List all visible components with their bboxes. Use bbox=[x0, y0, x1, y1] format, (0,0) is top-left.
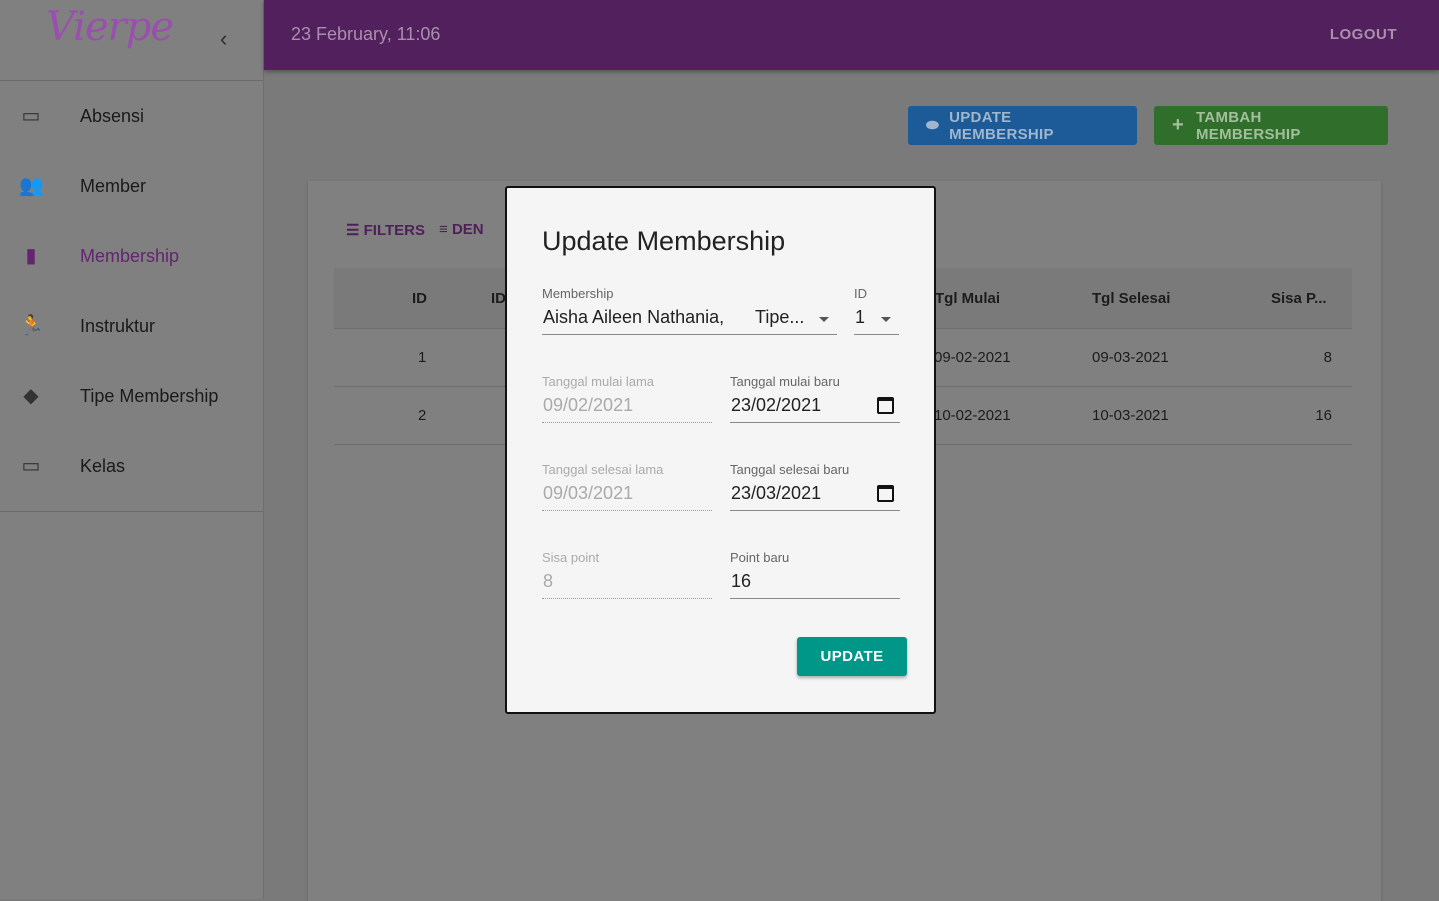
point-old-field: Sisa point 8 bbox=[542, 550, 712, 599]
filters-label: FILTERS bbox=[363, 222, 426, 239]
end-new-input[interactable]: 23/03/2021 bbox=[730, 483, 900, 511]
start-new-value: 23/02/2021 bbox=[731, 395, 822, 415]
update-membership-dialog: Update Membership Membership Aisha Ailee… bbox=[505, 186, 936, 714]
field-label: Membership bbox=[542, 286, 614, 301]
start-new-field[interactable]: Tanggal mulai baru 23/02/2021 bbox=[730, 374, 900, 423]
cards-icon: ◆ bbox=[23, 385, 39, 407]
density-icon: ≡ bbox=[439, 221, 452, 238]
field-label: Tanggal mulai baru bbox=[730, 374, 840, 389]
start-new-input[interactable]: 23/02/2021 bbox=[730, 395, 900, 423]
membership-name: Aisha Aileen Nathania, bbox=[543, 307, 725, 327]
dialog-title: Update Membership bbox=[542, 226, 786, 256]
column-header-tgl-selesai[interactable]: Tgl Selesai bbox=[1092, 290, 1170, 307]
cell-id: 2 bbox=[418, 407, 427, 424]
cell-tgl-selesai: 09-03-2021 bbox=[1092, 349, 1169, 366]
id-value[interactable]: 1 bbox=[854, 307, 899, 335]
people-icon: 👥 bbox=[19, 175, 44, 197]
sidebar-item-label: Membership bbox=[80, 245, 180, 266]
sidebar-item-member[interactable]: 👥 Member bbox=[0, 151, 263, 221]
date-time: 23 February, 11:06 bbox=[291, 24, 441, 44]
point-new-field[interactable]: Point baru 16 bbox=[730, 550, 900, 599]
end-new-field[interactable]: Tanggal selesai baru 23/03/2021 bbox=[730, 462, 900, 511]
book-icon: ▮ bbox=[25, 245, 37, 267]
chevron-left-icon[interactable]: ‹ bbox=[220, 26, 227, 52]
plus-icon: + bbox=[1172, 114, 1184, 136]
point-new-input[interactable]: 16 bbox=[730, 571, 900, 599]
density-button[interactable]: ≡ DEN bbox=[439, 221, 484, 239]
point-old-value: 8 bbox=[542, 571, 712, 599]
sidebar-item-label: Absensi bbox=[80, 105, 145, 126]
sidebar-nav: ▭ Absensi 👥 Member ▮ Membership 🏃 Instruktur… bbox=[0, 81, 263, 512]
cell-sisa-point: 16 bbox=[1315, 407, 1332, 424]
toggle-icon: ⬬ bbox=[926, 117, 940, 134]
field-label: Tanggal mulai lama bbox=[542, 374, 655, 389]
sidebar-item-membership[interactable]: ▮ Membership bbox=[0, 221, 263, 291]
field-label: Tanggal selesai baru bbox=[730, 462, 850, 477]
id-select[interactable]: ID 1 bbox=[854, 286, 899, 335]
update-membership-button[interactable]: ⬬ UPDATE MEMBERSHIP bbox=[908, 106, 1137, 145]
membership-select[interactable]: Membership Aisha Aileen Nathania, Tipe... bbox=[542, 286, 837, 335]
start-old-field: Tanggal mulai lama 09/02/2021 bbox=[542, 374, 712, 423]
end-old-field: Tanggal selesai lama 09/03/2021 bbox=[542, 462, 712, 511]
start-old-value: 09/02/2021 bbox=[542, 395, 712, 423]
logout-button[interactable]: LOGOUT bbox=[1330, 26, 1397, 43]
dropdown-arrow-icon bbox=[881, 317, 891, 322]
end-old-value: 09/03/2021 bbox=[542, 483, 712, 511]
column-header-tgl-mulai[interactable]: Tgl Mulai bbox=[935, 290, 1000, 307]
sidebar: Vierpe ‹ ▭ Absensi 👥 Member ▮ Membership 🏃 I… bbox=[0, 0, 264, 899]
card-membership-icon: ▭ bbox=[21, 455, 41, 477]
column-header-sisa-point[interactable]: Sisa P... bbox=[1271, 290, 1327, 307]
field-label: Sisa point bbox=[542, 550, 600, 565]
filter-icon: ☰ bbox=[346, 222, 364, 239]
sidebar-item-tipe-membership[interactable]: ◆ Tipe Membership bbox=[0, 361, 263, 431]
sidebar-item-absensi[interactable]: ▭ Absensi bbox=[0, 81, 263, 151]
cell-tgl-mulai: 10-02-2021 bbox=[934, 407, 1011, 424]
sidebar-item-instruktur[interactable]: 🏃 Instruktur bbox=[0, 291, 263, 361]
cell-sisa-point: 8 bbox=[1323, 349, 1332, 366]
sidebar-item-label: Kelas bbox=[80, 455, 126, 476]
button-label: UPDATE MEMBERSHIP bbox=[949, 108, 1054, 143]
field-label: ID bbox=[854, 286, 867, 301]
sidebar-item-label: Member bbox=[80, 175, 147, 196]
button-label: TAMBAH MEMBERSHIP bbox=[1195, 108, 1301, 143]
running-icon: 🏃 bbox=[19, 315, 44, 337]
cell-tgl-mulai: 09-02-2021 bbox=[934, 349, 1011, 366]
cell-id: 1 bbox=[418, 349, 427, 366]
dropdown-arrow-icon bbox=[819, 317, 829, 322]
id-text: 1 bbox=[855, 307, 866, 327]
density-label: DEN bbox=[451, 221, 484, 238]
field-label: Point baru bbox=[730, 550, 790, 565]
grid-toolbar: ☰ FILTERS ≡ DEN bbox=[346, 221, 484, 239]
membership-type: Tipe... bbox=[755, 307, 805, 327]
sidebar-item-label: Tipe Membership bbox=[80, 385, 219, 406]
logo-area: Vierpe ‹ bbox=[0, 0, 263, 81]
end-new-value: 23/03/2021 bbox=[731, 483, 822, 503]
top-bar: 23 February, 11:06 LOGOUT bbox=[264, 0, 1439, 70]
logo: Vierpe bbox=[46, 4, 174, 50]
column-header-id[interactable]: ID bbox=[412, 290, 427, 307]
membership-value[interactable]: Aisha Aileen Nathania, Tipe... bbox=[542, 307, 837, 335]
field-label: Tanggal selesai lama bbox=[542, 462, 664, 477]
sidebar-item-kelas[interactable]: ▭ Kelas bbox=[0, 431, 263, 501]
calendar-icon[interactable] bbox=[877, 397, 894, 414]
column-header-id-2[interactable]: ID bbox=[491, 290, 506, 307]
filters-button[interactable]: ☰ FILTERS bbox=[346, 221, 425, 239]
card-membership-icon: ▭ bbox=[21, 105, 41, 127]
update-button[interactable]: UPDATE bbox=[797, 637, 907, 676]
sidebar-item-label: Instruktur bbox=[80, 315, 156, 336]
add-membership-button[interactable]: + TAMBAH MEMBERSHIP bbox=[1154, 106, 1388, 145]
calendar-icon[interactable] bbox=[877, 485, 894, 502]
cell-tgl-selesai: 10-03-2021 bbox=[1092, 407, 1169, 424]
